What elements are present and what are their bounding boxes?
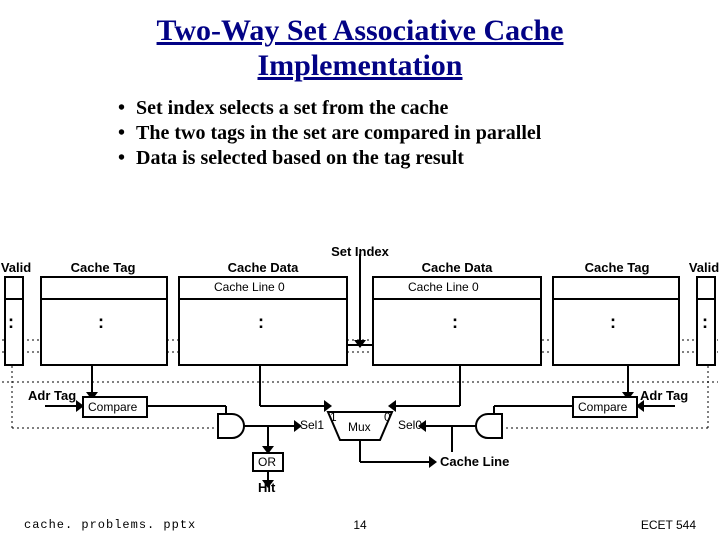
cache-tag-right-header: Cache Tag: [562, 260, 672, 275]
title-line1: Two-Way Set Associative Cache: [157, 14, 564, 47]
mux-one-label: 1: [330, 410, 337, 424]
mux-zero-label: 0: [384, 410, 391, 424]
sel0-label: Sel0: [398, 418, 422, 432]
tag-left-row0: [40, 276, 168, 300]
valid-left-row0: [4, 276, 24, 300]
footer-page: 14: [0, 518, 720, 532]
bullet-text: Data is selected based on the tag result: [136, 147, 464, 170]
adr-tag-right-label: Adr Tag: [640, 388, 688, 403]
footer-course: ECET 544: [641, 518, 696, 532]
cache-data-left-header: Cache Data: [178, 260, 348, 275]
valid-left-header: Valid: [0, 260, 36, 275]
set-index-label: Set Index: [322, 244, 398, 259]
compare-left-label: Compare: [88, 400, 137, 414]
vdots-icon: :: [258, 312, 264, 333]
vdots-icon: :: [702, 312, 708, 333]
bullet-text: Set index selects a set from the cache: [136, 97, 448, 120]
cache-line0-right: Cache Line 0: [408, 280, 479, 294]
sel1-label: Sel1: [300, 418, 324, 432]
title-line2: Implementation: [258, 49, 463, 82]
compare-right-label: Compare: [578, 400, 627, 414]
vdots-icon: :: [610, 312, 616, 333]
vdots-icon: :: [8, 312, 14, 333]
cache-tag-left-header: Cache Tag: [48, 260, 158, 275]
mux-label: Mux: [348, 420, 371, 434]
cache-line0-left: Cache Line 0: [214, 280, 285, 294]
slide-title: Two-Way Set Associative Cache Implementa…: [0, 0, 720, 83]
tag-right-row0: [552, 276, 680, 300]
cache-line-out-label: Cache Line: [440, 454, 509, 469]
bullet-item: • Data is selected based on the tag resu…: [118, 147, 678, 170]
adr-tag-left-label: Adr Tag: [28, 388, 76, 403]
bullet-list: • Set index selects a set from the cache…: [118, 97, 678, 170]
vdots-icon: :: [452, 312, 458, 333]
hit-label: Hit: [258, 480, 275, 495]
or-label: OR: [258, 455, 276, 469]
bullet-dot-icon: •: [118, 122, 136, 145]
bullet-dot-icon: •: [118, 147, 136, 170]
valid-right-header: Valid: [684, 260, 720, 275]
vdots-icon: :: [98, 312, 104, 333]
valid-right-row0: [696, 276, 716, 300]
bullet-dot-icon: •: [118, 97, 136, 120]
cache-diagram: Set Index Valid Cache Tag Cache Data Cac…: [0, 248, 720, 500]
bullet-item: • Set index selects a set from the cache: [118, 97, 678, 120]
cache-data-right-header: Cache Data: [372, 260, 542, 275]
bullet-text: The two tags in the set are compared in …: [136, 122, 541, 145]
bullet-item: • The two tags in the set are compared i…: [118, 122, 678, 145]
